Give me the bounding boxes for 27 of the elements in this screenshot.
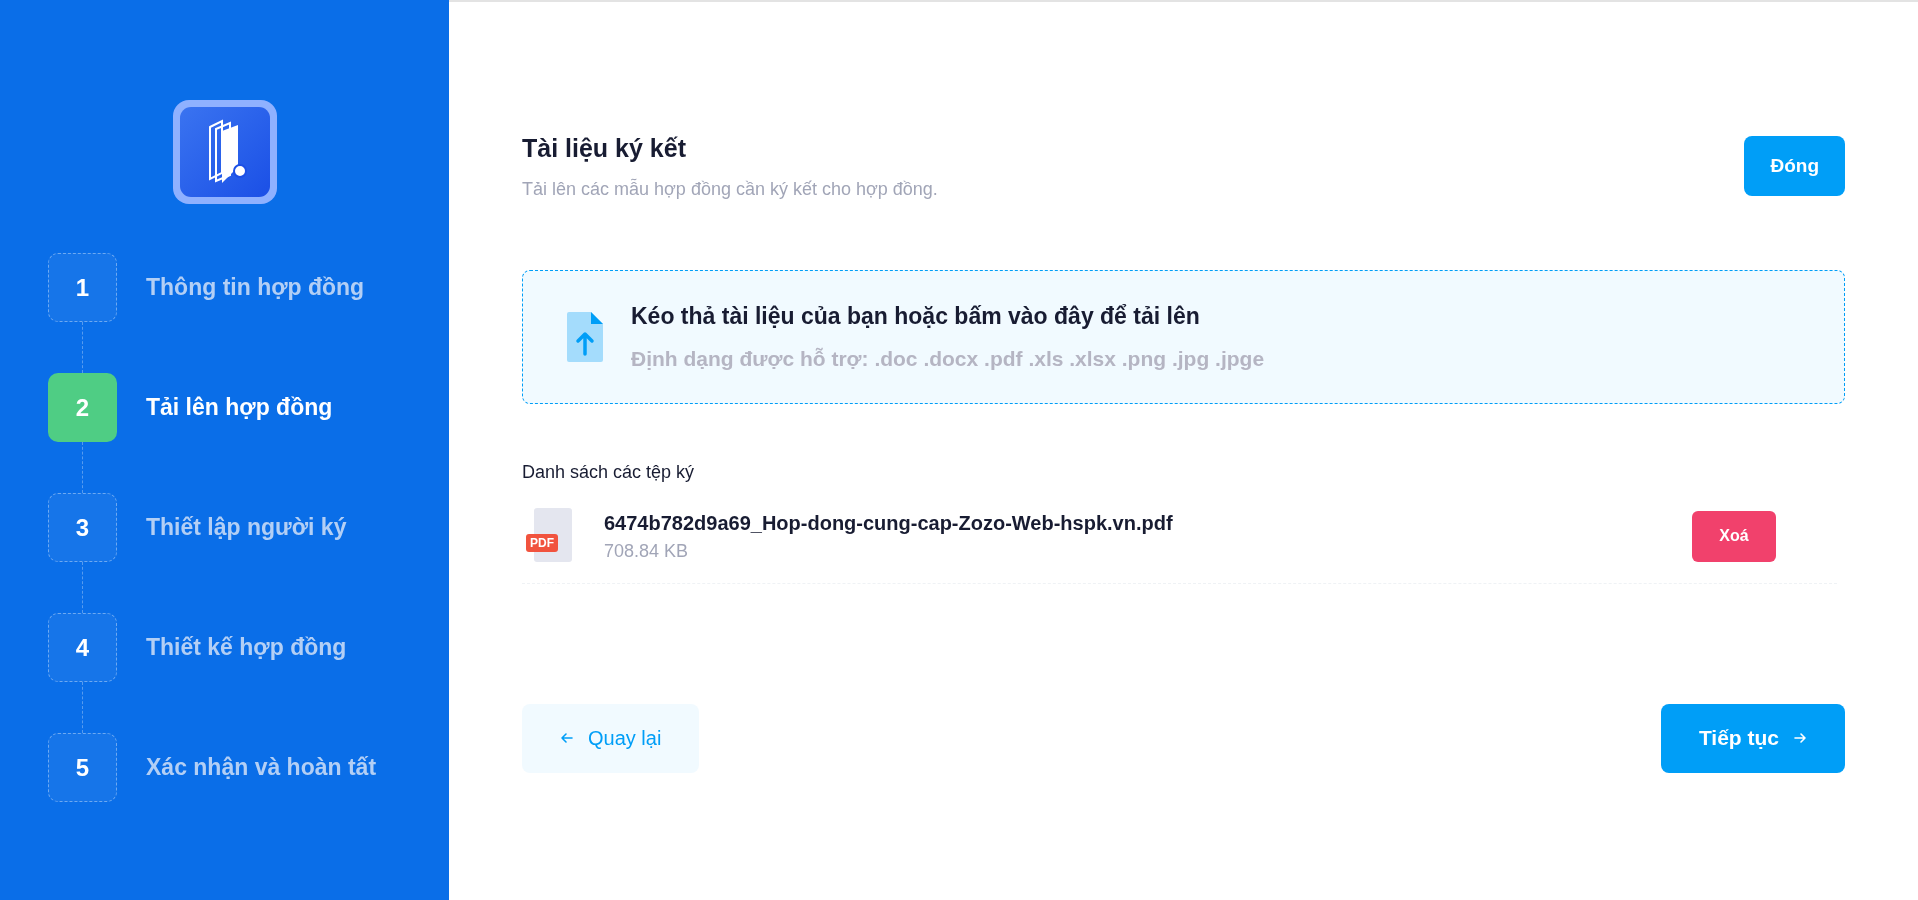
logo-icon bbox=[172, 100, 277, 204]
upload-dropzone[interactable]: Kéo thả tài liệu của bạn hoặc bấm vào đây để tải lên Định dạng được hỗ trợ: .doc .docx .pdf .xls .xlsx .png .jpg .jpge bbox=[522, 269, 1845, 404]
back-button[interactable]: Quay lại bbox=[522, 703, 700, 773]
step-number: 4 bbox=[48, 613, 117, 682]
file-name: 6474b782d9a69_Hop-dong-cung-cap-Zozo-Web-hspk.vn.pdf bbox=[604, 510, 1174, 536]
arrow-left-icon bbox=[560, 731, 574, 745]
step-number: 1 bbox=[48, 253, 117, 322]
file-list-heading: Danh sách các tệp ký bbox=[522, 460, 696, 484]
step-number: 2 bbox=[48, 373, 117, 442]
file-type-label: PDF bbox=[526, 534, 558, 552]
page-title: Tài liệu ký kết bbox=[522, 133, 687, 164]
step-number: 5 bbox=[48, 733, 117, 802]
close-button[interactable]: Đóng bbox=[1744, 136, 1845, 196]
upload-formats: Định dạng được hỗ trợ: .doc .docx .pdf .xls .xlsx .png .jpg .jpge bbox=[631, 346, 1265, 372]
file-size: 708.84 KB bbox=[604, 539, 690, 563]
file-upload-icon bbox=[567, 311, 603, 362]
delete-button[interactable]: Xoá bbox=[1692, 510, 1776, 562]
step-label[interactable]: Thông tin hợp đồng bbox=[146, 270, 365, 305]
upload-title: Kéo thả tài liệu của bạn hoặc bấm vào đây để tải lên bbox=[631, 301, 1201, 331]
step-number: 3 bbox=[48, 493, 117, 562]
arrow-right-icon bbox=[1793, 731, 1807, 745]
step-label[interactable]: Tải lên hợp đồng bbox=[146, 390, 333, 425]
step-label[interactable]: Xác nhận và hoàn tất bbox=[146, 750, 377, 785]
step-label[interactable]: Thiết kế hợp đồng bbox=[146, 630, 347, 665]
step-label[interactable]: Thiết lập người ký bbox=[146, 510, 347, 545]
next-button[interactable]: Tiếp tục bbox=[1660, 703, 1845, 773]
page-subtitle: Tải lên các mẫu hợp đồng cần ký kết cho hợp đồng. bbox=[522, 177, 938, 201]
